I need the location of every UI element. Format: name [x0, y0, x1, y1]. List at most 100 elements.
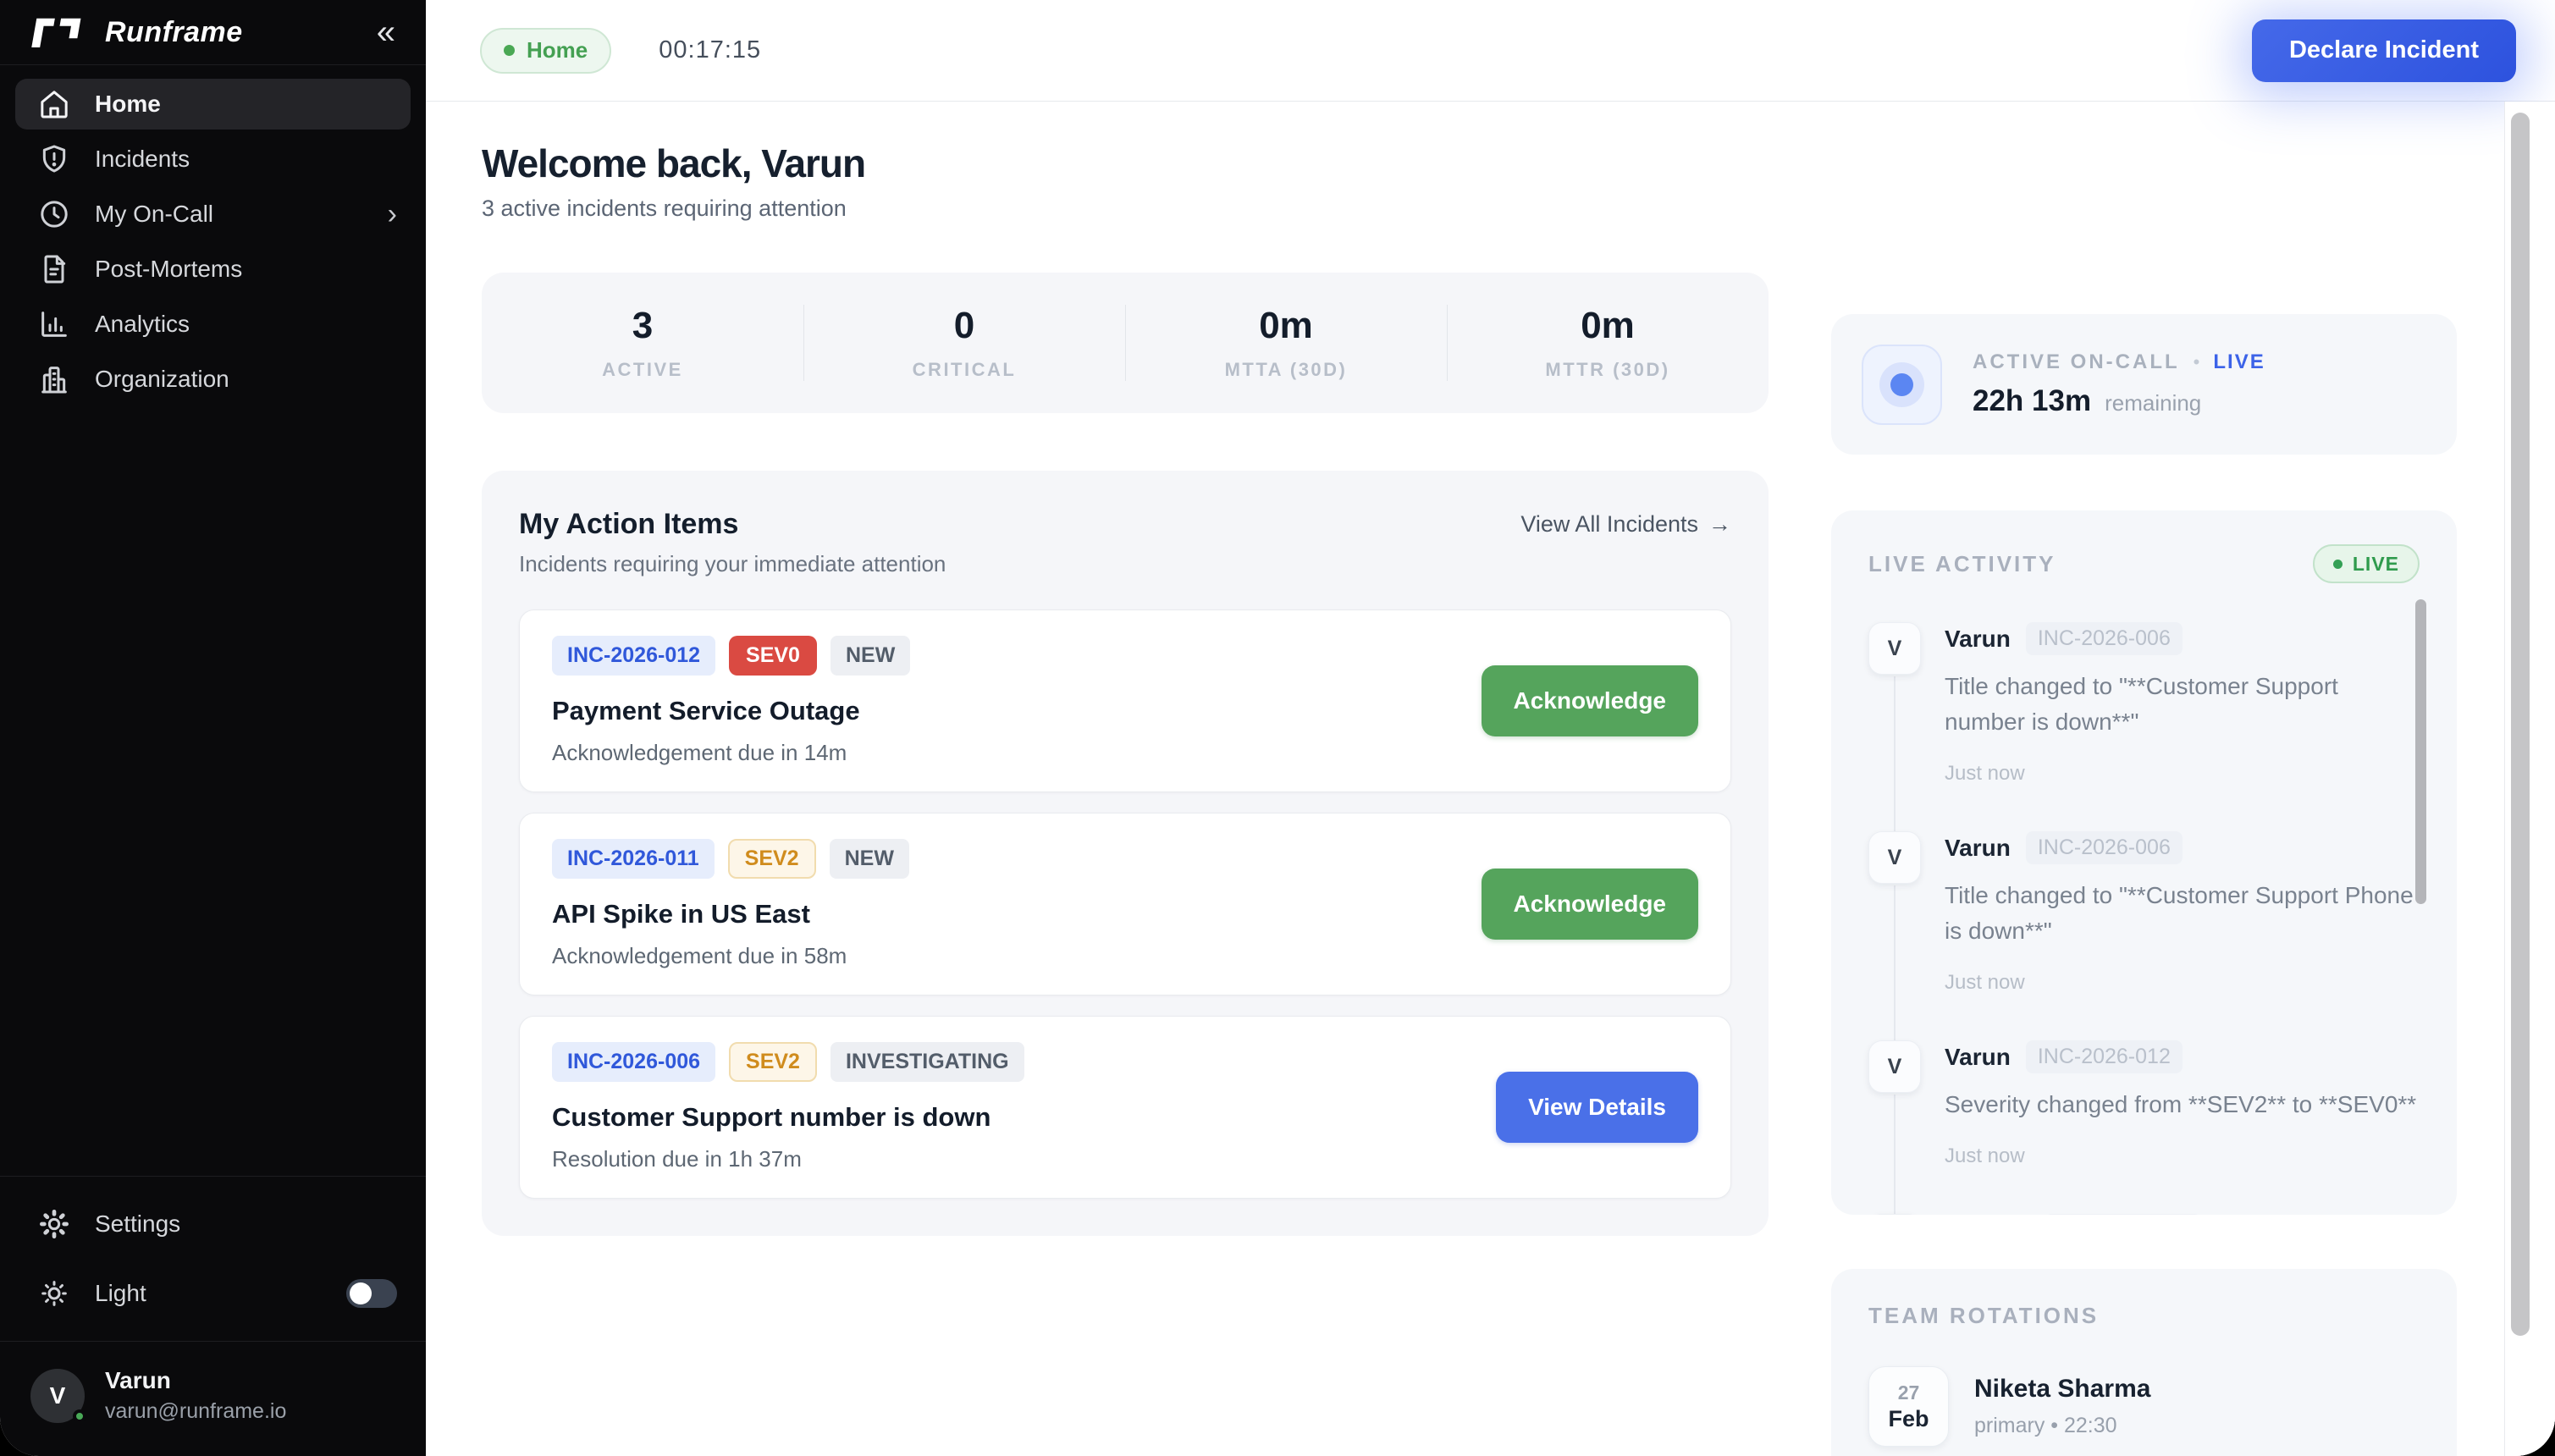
action-items-card: My Action Items View All Incidents → Inc… — [482, 471, 1769, 1236]
activity-author: Varun — [1945, 835, 2011, 862]
collapse-sidebar-button[interactable]: « — [377, 17, 395, 47]
theme-toggle[interactable] — [346, 1279, 397, 1308]
incident-title: Payment Service Outage — [552, 696, 1482, 726]
live-activity-panel: LIVE ACTIVITY LIVE V Va — [1831, 510, 2457, 1215]
live-badge-label: LIVE — [2353, 553, 2399, 576]
acknowledge-button[interactable]: Acknowledge — [1482, 869, 1698, 940]
sidebar-item-settings[interactable]: Settings — [15, 1199, 411, 1249]
toggle-knob — [350, 1282, 372, 1304]
avatar: V — [30, 1369, 85, 1423]
clock-icon — [37, 197, 71, 231]
user-email: varun@runframe.io — [105, 1399, 286, 1424]
stat-value: 3 — [632, 305, 653, 347]
activity-list: V Varun INC-2026-006 Title changed to "*… — [1868, 622, 2420, 1215]
activity-timestamp: Just now — [1945, 762, 2420, 786]
sidebar-item-label: Settings — [95, 1211, 397, 1238]
action-items-title: My Action Items — [519, 508, 738, 541]
sidebar-item-post-mortems[interactable]: Post-Mortems — [15, 244, 411, 295]
incident-due: Acknowledgement due in 58m — [552, 943, 1482, 969]
activity-text: Title changed to "**Customer Support Pho… — [1945, 878, 2420, 949]
status-badge: NEW — [830, 839, 909, 879]
sidebar-nav: Home Incidents My On-Call › Post-Mortem — [0, 65, 426, 1176]
activity-incident-id: INC-2026-012 — [2045, 1214, 2201, 1215]
severity-badge: SEV0 — [729, 636, 817, 676]
sidebar-item-label: My On-Call — [95, 201, 388, 228]
badge-dot — [504, 45, 515, 56]
active-on-call-card: ACTIVE ON-CALL • LIVE 22h 13m remaining — [1831, 314, 2457, 455]
activity-incident-id: INC-2026-006 — [2026, 831, 2183, 864]
stat-value: 0 — [954, 305, 974, 347]
user-name: Varun — [105, 1367, 286, 1394]
sidebar-item-label: Organization — [95, 366, 397, 393]
activity-item: V Varun INC-2026-006 Title changed to "*… — [1868, 622, 2420, 831]
sidebar-item-analytics[interactable]: Analytics — [15, 299, 411, 350]
on-call-live-label: LIVE — [2213, 350, 2265, 374]
status-badge: NEW — [831, 636, 910, 676]
sidebar-logo-row: Runframe « — [0, 0, 426, 65]
incident-due: Acknowledgement due in 14m — [552, 740, 1482, 766]
sidebar-item-theme: Light — [15, 1268, 411, 1319]
team-rotations-title: TEAM ROTATIONS — [1868, 1303, 2420, 1329]
incident-id-badge: INC-2026-006 — [552, 1042, 715, 1082]
on-call-label: ACTIVE ON-CALL — [1973, 350, 2180, 374]
incident-row[interactable]: INC-2026-006 SEV2 INVESTIGATING Customer… — [519, 1016, 1731, 1199]
action-items-subtitle: Incidents requiring your immediate atten… — [519, 551, 1731, 577]
rotation-row[interactable]: 27 Feb Niketa Sharma primary • 22:30 — [1868, 1366, 2420, 1447]
activity-text: Severity changed from **SEV2** to **SEV0… — [1945, 1087, 2420, 1122]
incident-row[interactable]: INC-2026-011 SEV2 NEW API Spike in US Ea… — [519, 813, 1731, 995]
stat-label: MTTA (30D) — [1225, 359, 1348, 381]
activity-author: Varun — [1945, 1044, 2011, 1071]
view-all-incidents-link[interactable]: View All Incidents → — [1520, 511, 1731, 538]
activity-timestamp: Just now — [1945, 971, 2420, 995]
on-call-indicator-icon — [1862, 345, 1942, 425]
acknowledge-button[interactable]: Acknowledge — [1482, 665, 1698, 736]
collapse-icon: « — [377, 14, 395, 51]
live-badge: LIVE — [2313, 544, 2420, 583]
on-call-live-dot — [1890, 373, 1913, 396]
stats-summary-card: 3 ACTIVE 0 CRITICAL 0m MTTA (30D) 0m — [482, 273, 1769, 413]
on-call-remaining-label: remaining — [2105, 390, 2201, 416]
gear-icon — [37, 1207, 71, 1241]
sidebar-item-label: Analytics — [95, 311, 397, 338]
bar-chart-icon — [37, 307, 71, 341]
app-window: Runframe « Home Incidents — [0, 0, 2555, 1456]
incident-id-badge: INC-2026-011 — [552, 839, 715, 879]
stat-value: 0m — [1581, 305, 1635, 347]
sun-icon — [37, 1277, 71, 1310]
sidebar-footer-section: Settings Light — [0, 1176, 426, 1341]
severity-badge: SEV2 — [728, 839, 816, 879]
sidebar-item-organization[interactable]: Organization — [15, 354, 411, 405]
page-badge-label: Home — [527, 37, 588, 63]
view-details-button[interactable]: View Details — [1496, 1072, 1698, 1143]
stat-label: ACTIVE — [602, 359, 683, 381]
declare-incident-button[interactable]: Declare Incident — [2252, 19, 2516, 82]
page-subtitle: 3 active incidents requiring attention — [482, 196, 1769, 222]
stat-active: 3 ACTIVE — [482, 273, 803, 413]
rotation-day: 27 — [1898, 1382, 1920, 1404]
stat-label: CRITICAL — [913, 359, 1017, 381]
stat-critical: 0 CRITICAL — [803, 273, 1125, 413]
document-icon — [37, 252, 71, 286]
session-timer: 00:17:15 — [659, 36, 761, 64]
activity-avatar: V — [1868, 1040, 1921, 1093]
team-rotations-panel: TEAM ROTATIONS 27 Feb Niketa Sharma — [1831, 1269, 2457, 1456]
stat-mttr: 0m MTTR (30D) — [1447, 273, 1769, 413]
stat-value: 0m — [1259, 305, 1313, 347]
separator-dot: • — [2194, 351, 2200, 373]
user-profile[interactable]: V Varun varun@runframe.io — [0, 1341, 426, 1456]
page-scrollbar[interactable] — [2504, 102, 2555, 1456]
activity-scrollbar-thumb[interactable] — [2415, 599, 2426, 904]
sidebar: Runframe « Home Incidents — [0, 0, 426, 1456]
activity-incident-id: INC-2026-006 — [2026, 622, 2183, 655]
sidebar-item-home[interactable]: Home — [15, 79, 411, 130]
activity-avatar: V — [1868, 622, 1921, 675]
incident-id-badge: INC-2026-012 — [552, 636, 715, 676]
shield-alert-icon — [37, 142, 71, 176]
incident-title: API Spike in US East — [552, 899, 1482, 929]
sidebar-item-incidents[interactable]: Incidents — [15, 134, 411, 185]
stat-mtta: 0m MTTA (30D) — [1125, 273, 1447, 413]
page-scrollbar-thumb[interactable] — [2511, 113, 2530, 1336]
activity-item: V Varun INC-2026-006 Title changed to "*… — [1868, 831, 2420, 1040]
sidebar-item-my-on-call[interactable]: My On-Call › — [15, 189, 411, 240]
incident-row[interactable]: INC-2026-012 SEV0 NEW Payment Service Ou… — [519, 609, 1731, 792]
